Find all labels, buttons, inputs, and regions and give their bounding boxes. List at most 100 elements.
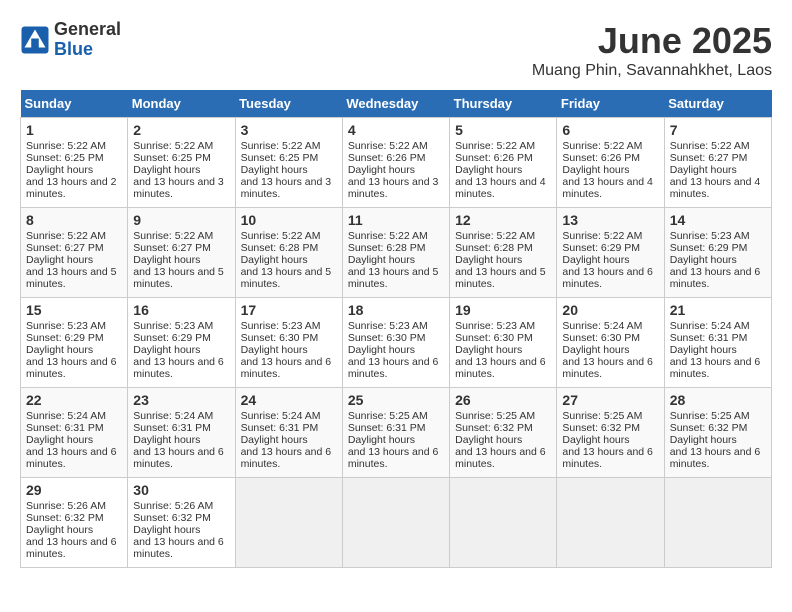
col-wednesday: Wednesday xyxy=(342,90,449,118)
daylight-label: Daylight hours xyxy=(670,254,737,266)
daylight-label: Daylight hours xyxy=(348,344,415,356)
list-item xyxy=(557,478,664,568)
daylight-value: and 13 hours and 6 minutes. xyxy=(133,446,224,470)
daylight-value: and 13 hours and 5 minutes. xyxy=(455,266,546,290)
day-number: 24 xyxy=(241,392,337,408)
day-number: 5 xyxy=(455,122,551,138)
daylight-label: Daylight hours xyxy=(26,434,93,446)
daylight-label: Daylight hours xyxy=(348,434,415,446)
day-number: 27 xyxy=(562,392,658,408)
list-item: 22 Sunrise: 5:24 AM Sunset: 6:31 PM Dayl… xyxy=(21,388,128,478)
daylight-label: Daylight hours xyxy=(670,164,737,176)
table-row: 15 Sunrise: 5:23 AM Sunset: 6:29 PM Dayl… xyxy=(21,298,772,388)
list-item xyxy=(664,478,771,568)
list-item: 17 Sunrise: 5:23 AM Sunset: 6:30 PM Dayl… xyxy=(235,298,342,388)
sunrise-label: Sunrise: 5:22 AM xyxy=(133,140,213,152)
daylight-label: Daylight hours xyxy=(241,344,308,356)
daylight-value: and 13 hours and 6 minutes. xyxy=(455,356,546,380)
sunset-label: Sunset: 6:25 PM xyxy=(241,152,319,164)
list-item: 14 Sunrise: 5:23 AM Sunset: 6:29 PM Dayl… xyxy=(664,208,771,298)
sunrise-label: Sunrise: 5:23 AM xyxy=(670,230,750,242)
sunrise-label: Sunrise: 5:23 AM xyxy=(455,320,535,332)
sunrise-label: Sunrise: 5:25 AM xyxy=(348,410,428,422)
daylight-label: Daylight hours xyxy=(562,434,629,446)
daylight-label: Daylight hours xyxy=(348,254,415,266)
col-sunday: Sunday xyxy=(21,90,128,118)
logo-text: General Blue xyxy=(54,20,121,60)
sunset-label: Sunset: 6:32 PM xyxy=(670,422,748,434)
list-item: 11 Sunrise: 5:22 AM Sunset: 6:28 PM Dayl… xyxy=(342,208,449,298)
sunrise-label: Sunrise: 5:25 AM xyxy=(670,410,750,422)
list-item: 28 Sunrise: 5:25 AM Sunset: 6:32 PM Dayl… xyxy=(664,388,771,478)
day-number: 26 xyxy=(455,392,551,408)
sunrise-label: Sunrise: 5:22 AM xyxy=(670,140,750,152)
sunset-label: Sunset: 6:29 PM xyxy=(133,332,211,344)
sunset-label: Sunset: 6:27 PM xyxy=(670,152,748,164)
day-number: 19 xyxy=(455,302,551,318)
daylight-label: Daylight hours xyxy=(133,344,200,356)
col-tuesday: Tuesday xyxy=(235,90,342,118)
sunset-label: Sunset: 6:31 PM xyxy=(241,422,319,434)
table-row: 8 Sunrise: 5:22 AM Sunset: 6:27 PM Dayli… xyxy=(21,208,772,298)
day-number: 17 xyxy=(241,302,337,318)
list-item: 4 Sunrise: 5:22 AM Sunset: 6:26 PM Dayli… xyxy=(342,118,449,208)
sunrise-label: Sunrise: 5:22 AM xyxy=(241,140,321,152)
sunset-label: Sunset: 6:29 PM xyxy=(670,242,748,254)
sunrise-label: Sunrise: 5:26 AM xyxy=(133,500,213,512)
sunset-label: Sunset: 6:31 PM xyxy=(348,422,426,434)
daylight-value: and 13 hours and 3 minutes. xyxy=(348,176,439,200)
daylight-label: Daylight hours xyxy=(133,254,200,266)
daylight-label: Daylight hours xyxy=(133,524,200,536)
daylight-value: and 13 hours and 5 minutes. xyxy=(133,266,224,290)
daylight-label: Daylight hours xyxy=(133,434,200,446)
list-item xyxy=(235,478,342,568)
sunset-label: Sunset: 6:25 PM xyxy=(26,152,104,164)
sunrise-label: Sunrise: 5:24 AM xyxy=(562,320,642,332)
title-block: June 2025 Muang Phin, Savannahkhet, Laos xyxy=(532,20,772,80)
daylight-value: and 13 hours and 6 minutes. xyxy=(670,266,761,290)
daylight-label: Daylight hours xyxy=(241,434,308,446)
sunset-label: Sunset: 6:27 PM xyxy=(26,242,104,254)
sunset-label: Sunset: 6:32 PM xyxy=(133,512,211,524)
sunrise-label: Sunrise: 5:22 AM xyxy=(348,230,428,242)
daylight-label: Daylight hours xyxy=(26,344,93,356)
day-number: 11 xyxy=(348,212,444,228)
daylight-label: Daylight hours xyxy=(348,164,415,176)
day-number: 2 xyxy=(133,122,229,138)
day-number: 29 xyxy=(26,482,122,498)
daylight-value: and 13 hours and 4 minutes. xyxy=(455,176,546,200)
sunrise-label: Sunrise: 5:23 AM xyxy=(348,320,428,332)
daylight-label: Daylight hours xyxy=(26,254,93,266)
daylight-label: Daylight hours xyxy=(241,164,308,176)
sunrise-label: Sunrise: 5:25 AM xyxy=(562,410,642,422)
daylight-value: and 13 hours and 6 minutes. xyxy=(670,356,761,380)
table-row: 22 Sunrise: 5:24 AM Sunset: 6:31 PM Dayl… xyxy=(21,388,772,478)
daylight-value: and 13 hours and 3 minutes. xyxy=(241,176,332,200)
daylight-value: and 13 hours and 3 minutes. xyxy=(133,176,224,200)
daylight-label: Daylight hours xyxy=(455,434,522,446)
daylight-value: and 13 hours and 6 minutes. xyxy=(26,536,117,560)
sunrise-label: Sunrise: 5:24 AM xyxy=(241,410,321,422)
daylight-value: and 13 hours and 6 minutes. xyxy=(241,356,332,380)
daylight-label: Daylight hours xyxy=(670,434,737,446)
day-number: 25 xyxy=(348,392,444,408)
daylight-value: and 13 hours and 5 minutes. xyxy=(241,266,332,290)
list-item: 16 Sunrise: 5:23 AM Sunset: 6:29 PM Dayl… xyxy=(128,298,235,388)
list-item: 26 Sunrise: 5:25 AM Sunset: 6:32 PM Dayl… xyxy=(450,388,557,478)
list-item: 5 Sunrise: 5:22 AM Sunset: 6:26 PM Dayli… xyxy=(450,118,557,208)
list-item: 29 Sunrise: 5:26 AM Sunset: 6:32 PM Dayl… xyxy=(21,478,128,568)
day-number: 7 xyxy=(670,122,766,138)
sunrise-label: Sunrise: 5:26 AM xyxy=(26,500,106,512)
daylight-value: and 13 hours and 6 minutes. xyxy=(348,356,439,380)
sunset-label: Sunset: 6:30 PM xyxy=(562,332,640,344)
daylight-value: and 13 hours and 6 minutes. xyxy=(562,446,653,470)
sunrise-label: Sunrise: 5:22 AM xyxy=(348,140,428,152)
sunset-label: Sunset: 6:31 PM xyxy=(26,422,104,434)
daylight-value: and 13 hours and 6 minutes. xyxy=(562,356,653,380)
day-number: 28 xyxy=(670,392,766,408)
daylight-label: Daylight hours xyxy=(241,254,308,266)
sunrise-label: Sunrise: 5:22 AM xyxy=(26,230,106,242)
day-number: 15 xyxy=(26,302,122,318)
list-item xyxy=(450,478,557,568)
sunset-label: Sunset: 6:25 PM xyxy=(133,152,211,164)
